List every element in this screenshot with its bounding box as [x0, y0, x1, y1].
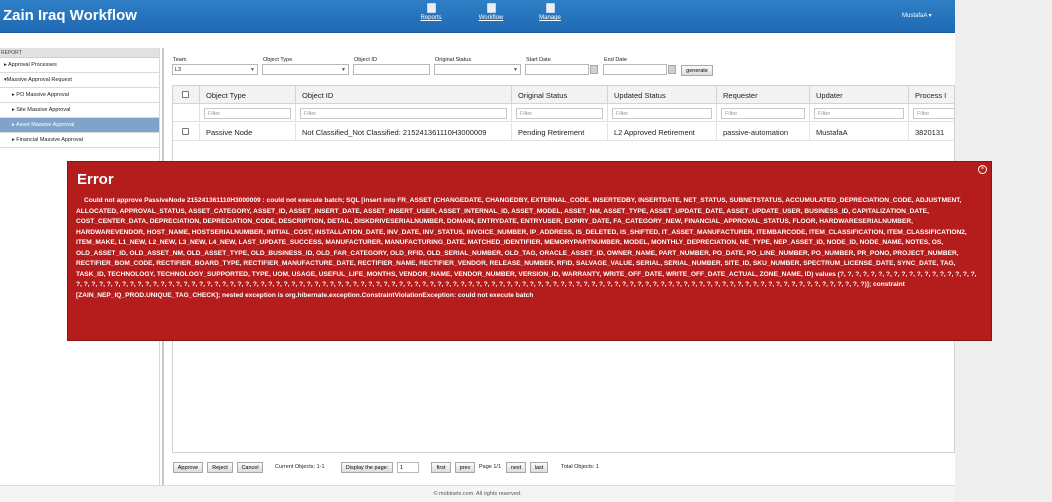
copyright-footer: © mobinets.com. All rights reserved.: [0, 485, 955, 502]
table-cell-original-status: Pending Retirement: [512, 123, 608, 141]
user-menu[interactable]: MustafaA ▾: [902, 12, 932, 19]
start-date-label: Start Date: [526, 57, 551, 63]
filter-input-process-id[interactable]: Filter: [913, 108, 954, 119]
row-checkbox[interactable]: [182, 128, 189, 135]
column-header-object-id[interactable]: Object ID: [296, 86, 512, 104]
select-all-header: [173, 86, 200, 104]
column-header-process-id[interactable]: Process I: [909, 86, 954, 104]
workflow-app: Zain Iraq Workflow Reports Workflow Mana…: [0, 0, 1052, 502]
column-header-updater[interactable]: Updater: [810, 86, 909, 104]
manage-icon: [545, 3, 555, 13]
next-page-button[interactable]: next: [506, 462, 526, 473]
filter-input-requester[interactable]: Filter: [721, 108, 805, 119]
page-info: Page 1/1: [479, 464, 502, 470]
nav-workflow[interactable]: Workflow: [471, 3, 511, 21]
close-icon[interactable]: ×: [978, 165, 987, 174]
team-label: Team: [173, 57, 187, 63]
column-header-original-status[interactable]: Original Status: [512, 86, 608, 104]
team-select[interactable]: L3 ▼: [172, 64, 258, 75]
object-type-label: Object Type: [263, 57, 293, 63]
total-objects: Total Objects: 1: [561, 464, 599, 470]
filter-input-object-id[interactable]: Filter: [300, 108, 507, 119]
error-title: Error: [77, 171, 114, 188]
filter-cell: Filter: [512, 104, 608, 122]
filter-cell: Filter: [717, 104, 810, 122]
top-navigation-bar: Zain Iraq Workflow Reports Workflow Mana…: [0, 0, 955, 33]
column-header-requester[interactable]: Requester: [717, 86, 810, 104]
column-header-updated-status[interactable]: Updated Status: [608, 86, 717, 104]
display-page-button[interactable]: Display the page:: [341, 462, 393, 473]
error-dialog: Error × Could not approve PassiveNode 21…: [67, 161, 992, 341]
table-row-select: [173, 123, 200, 141]
filter-input-updated-status[interactable]: Filter: [612, 108, 712, 119]
first-page-button[interactable]: first: [431, 462, 451, 473]
sidebar-item-po-massive-approval[interactable]: ▸ PO Massive Approval: [0, 88, 159, 103]
filter-cell: Filter: [296, 104, 512, 122]
error-message: Could not approve PassiveNode 2152413611…: [76, 197, 977, 299]
sidebar-item-financial-massive-approval[interactable]: ▸ Financial Massive Approval: [0, 133, 159, 148]
generate-button[interactable]: generate: [681, 65, 713, 76]
chevron-down-icon: ▼: [250, 67, 255, 73]
prev-page-button[interactable]: prev: [455, 462, 475, 473]
team-select-value: L3: [175, 67, 182, 73]
original-status-label: Original Status: [435, 57, 472, 63]
filter-cell-empty: [173, 104, 200, 122]
filter-cell: Filter: [810, 104, 909, 122]
nav-reports[interactable]: Reports: [411, 3, 451, 21]
column-header-object-type[interactable]: Object Type: [200, 86, 296, 104]
filter-input-original-status[interactable]: Filter: [516, 108, 603, 119]
table-cell-requester: passive-automation: [717, 123, 810, 141]
sidebar-item-approval-processes[interactable]: ▸ Approval Processes: [0, 58, 159, 73]
sidebar-item-site-massive-approval[interactable]: ▸ Site Massive Approval: [0, 103, 159, 118]
sidebar-item-massive-approval-request[interactable]: ▾Massive Approval Request: [0, 73, 159, 88]
filter-cell: Filter: [200, 104, 296, 122]
nav-manage-label: Manage: [539, 15, 561, 21]
select-all-checkbox[interactable]: [182, 91, 189, 98]
table-cell-process-id: 3820131: [909, 123, 954, 141]
nav-workflow-label: Workflow: [478, 15, 504, 21]
nav-manage[interactable]: Manage: [530, 3, 570, 21]
app-title: Zain Iraq Workflow: [3, 7, 137, 24]
object-type-select[interactable]: ▼: [262, 64, 349, 75]
object-id-label: Object ID: [354, 57, 377, 63]
calendar-icon[interactable]: [590, 65, 598, 74]
last-page-button[interactable]: last: [530, 462, 548, 473]
calendar-icon[interactable]: [668, 65, 676, 74]
current-objects: Current Objects: 1-1: [275, 464, 325, 470]
object-id-input[interactable]: [353, 64, 430, 75]
sidebar-item-asset-massive-approval[interactable]: ▸ Asset Massive Approval: [0, 118, 159, 133]
chevron-down-icon: ▼: [513, 67, 518, 73]
workflow-icon: [486, 3, 496, 13]
end-date-label: End Date: [604, 57, 627, 63]
end-date-input[interactable]: [603, 64, 667, 75]
cancel-button[interactable]: Cancel: [237, 462, 263, 473]
sidebar-header: REPORT: [0, 48, 159, 58]
approve-button[interactable]: Approve: [173, 462, 203, 473]
filter-cell: Filter: [608, 104, 717, 122]
nav-reports-label: Reports: [420, 15, 442, 21]
filter-cell: Filter: [909, 104, 954, 122]
table-cell-updater: MustafaA: [810, 123, 909, 141]
table-cell-updated-status: L2 Approved Retirement: [608, 123, 717, 141]
page-number-input[interactable]: 1: [397, 462, 419, 473]
filter-input-object-type[interactable]: Filter: [204, 108, 291, 119]
filter-input-updater[interactable]: Filter: [814, 108, 904, 119]
original-status-select[interactable]: ▼: [434, 64, 521, 75]
reports-icon: [426, 3, 436, 13]
start-date-input[interactable]: [525, 64, 589, 75]
table-cell-object-id: Not Classified_Not Classified: 215241361…: [296, 123, 512, 141]
chevron-down-icon: ▼: [341, 67, 346, 73]
table-cell-object-type: Passive Node: [200, 123, 296, 141]
reject-button[interactable]: Reject: [207, 462, 233, 473]
